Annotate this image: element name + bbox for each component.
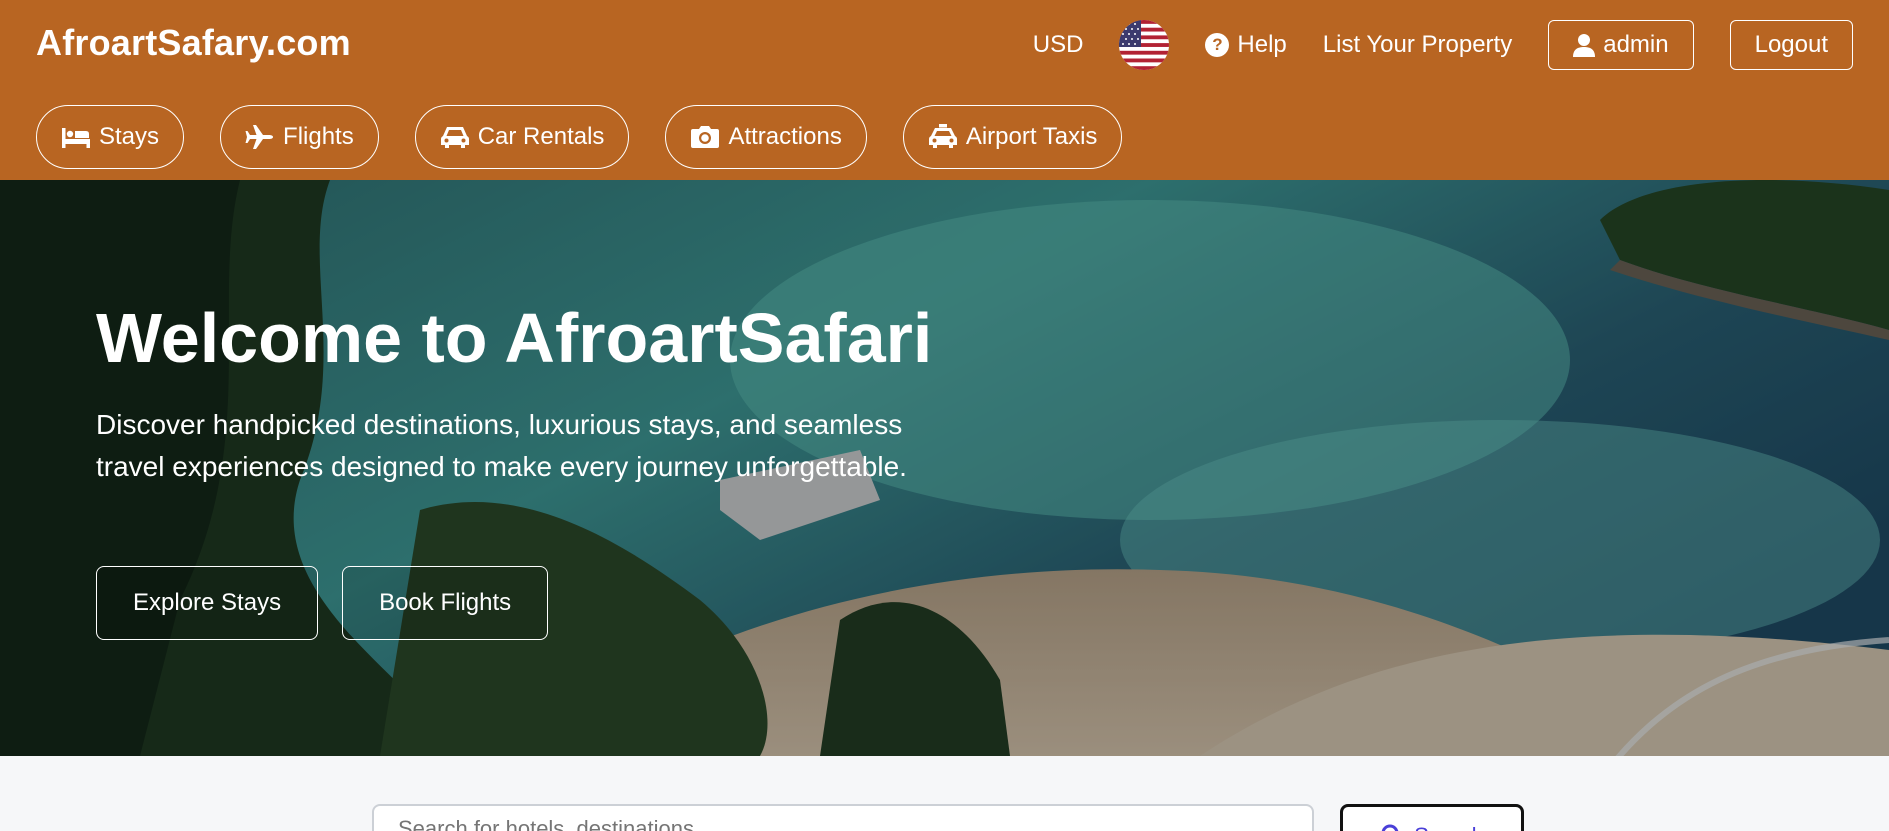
- us-flag-icon[interactable]: [1119, 20, 1170, 70]
- help-icon: ?: [1205, 33, 1230, 57]
- category-tabs: Stays Flights Car Rentals Attractions Ai…: [36, 105, 1123, 169]
- user-label: admin: [1603, 31, 1669, 58]
- help-label: Help: [1237, 31, 1287, 58]
- search-button[interactable]: Search: [1340, 804, 1524, 831]
- camera-icon: [691, 126, 720, 148]
- tab-label: Attractions: [728, 123, 842, 150]
- tab-flights[interactable]: Flights: [220, 105, 379, 169]
- help-link[interactable]: ? Help: [1205, 31, 1287, 59]
- car-icon: [440, 127, 469, 148]
- tab-car-rentals[interactable]: Car Rentals: [414, 105, 630, 169]
- hero-subtitle: Discover handpicked destinations, luxuri…: [96, 409, 907, 482]
- tab-attractions[interactable]: Attractions: [665, 105, 867, 169]
- currency-selector[interactable]: USD: [1033, 31, 1084, 59]
- taxi-icon: [928, 124, 957, 148]
- list-property-link[interactable]: List Your Property: [1323, 31, 1512, 59]
- search-button-label: Search: [1414, 823, 1484, 831]
- top-header: AfroartSafary.com USD ? Help List Your P…: [0, 0, 1889, 180]
- logout-button[interactable]: Logout: [1729, 20, 1853, 70]
- tab-label: Car Rentals: [477, 123, 605, 150]
- tab-airport-taxis[interactable]: Airport Taxis: [902, 105, 1123, 169]
- plane-icon: [245, 125, 274, 149]
- user-account-button[interactable]: admin: [1548, 20, 1694, 70]
- tab-label: Flights: [283, 123, 354, 150]
- site-logo[interactable]: AfroartSafary.com: [36, 22, 351, 64]
- hero-actions: Explore Stays Book Flights: [96, 566, 549, 640]
- search-icon: [1381, 824, 1399, 831]
- header-actions: USD ? Help List Your Property admin Logo…: [1033, 20, 1853, 70]
- bed-icon: [62, 128, 90, 148]
- tab-label: Airport Taxis: [965, 123, 1098, 150]
- book-flights-button[interactable]: Book Flights: [342, 566, 549, 640]
- user-icon: [1573, 34, 1596, 57]
- hero-title: Welcome to AfroartSafari: [96, 299, 933, 377]
- explore-stays-button[interactable]: Explore Stays: [96, 566, 319, 640]
- hero-banner: Welcome to AfroartSafari Discover handpi…: [0, 180, 1889, 756]
- search-input[interactable]: [372, 804, 1314, 831]
- tab-label: Stays: [99, 123, 160, 150]
- tab-stays[interactable]: Stays: [36, 105, 185, 169]
